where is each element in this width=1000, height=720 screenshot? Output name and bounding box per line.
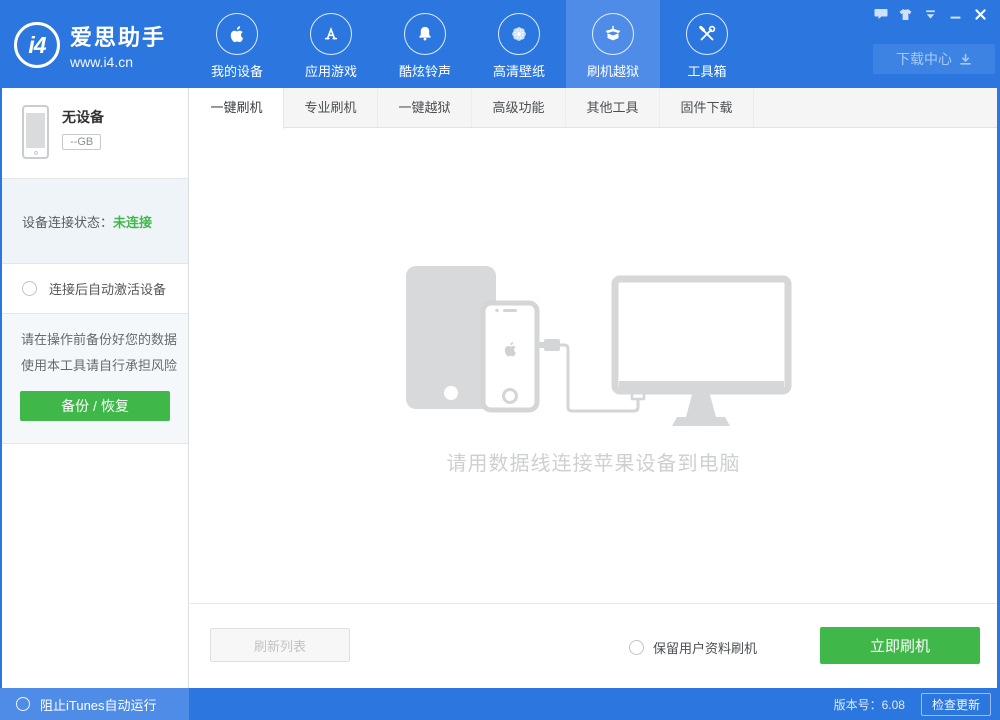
connect-hint-text: 请用数据线连接苹果设备到电脑: [190, 447, 997, 476]
message-icon[interactable]: [873, 7, 888, 21]
tab-other-tools[interactable]: 其他工具: [566, 88, 660, 127]
device-phone-icon: [22, 105, 49, 159]
warning-line-2: 使用本工具请自行承担风险: [2, 353, 188, 379]
app-logo: i4 爱思助手 www.i4.cn: [14, 20, 166, 70]
refresh-list-button[interactable]: 刷新列表: [210, 628, 350, 662]
block-itunes-row: 阻止iTunes自动运行: [0, 688, 189, 720]
content-area: 一键刷机 专业刷机 一键越狱 高级功能 其他工具 固件下载: [190, 88, 997, 688]
collapse-icon[interactable]: [923, 7, 938, 21]
nav-item-toolbox[interactable]: 工具箱: [660, 0, 754, 88]
close-icon[interactable]: [973, 7, 988, 21]
nav-label: 工具箱: [687, 61, 726, 80]
tab-one-click-jailbreak[interactable]: 一键越狱: [378, 88, 472, 127]
tab-firmware-download[interactable]: 固件下载: [660, 88, 754, 127]
flash-tabbar: 一键刷机 专业刷机 一键越狱 高级功能 其他工具 固件下载: [190, 88, 997, 128]
appstore-icon: [310, 13, 352, 55]
keep-user-data-row: 保留用户资料刷机: [629, 638, 757, 657]
auto-activate-radio[interactable]: [22, 281, 37, 296]
nav-item-my-devices[interactable]: 我的设备: [190, 0, 284, 88]
connection-status-value: 未连接: [113, 212, 152, 231]
window-controls: [873, 7, 988, 21]
download-center-button[interactable]: 下载中心: [873, 44, 995, 74]
apple-icon: [216, 13, 258, 55]
nav-item-apps-games[interactable]: 应用游戏: [284, 0, 378, 88]
block-itunes-radio[interactable]: [16, 697, 30, 711]
jailbreak-box-icon: [592, 13, 634, 55]
connect-illustration: [386, 265, 801, 435]
toolbox-icon: [686, 13, 728, 55]
nav-label: 应用游戏: [305, 61, 357, 80]
nav-label: 高清壁纸: [493, 61, 545, 80]
warning-panel: 请在操作前备份好您的数据 使用本工具请自行承担风险 备份 / 恢复: [2, 314, 188, 444]
keep-user-data-radio[interactable]: [629, 640, 644, 655]
warning-line-1: 请在操作前备份好您的数据: [2, 327, 188, 353]
download-icon: [959, 53, 972, 66]
check-update-button[interactable]: 检查更新: [921, 693, 991, 716]
brand-site: www.i4.cn: [70, 54, 166, 70]
wallpaper-icon: [498, 13, 540, 55]
device-name: 无设备: [62, 107, 104, 127]
tab-advanced-features[interactable]: 高级功能: [472, 88, 566, 127]
i4-logo-icon: i4: [14, 22, 60, 68]
nav-item-wallpapers[interactable]: 高清壁纸: [472, 0, 566, 88]
device-capacity-badge: --GB: [62, 134, 101, 150]
nav-item-flash-jailbreak[interactable]: 刷机越狱: [566, 0, 660, 88]
connection-status-label: 设备连接状态：: [22, 212, 113, 231]
tab-pro-flash[interactable]: 专业刷机: [284, 88, 378, 127]
block-itunes-label: 阻止iTunes自动运行: [40, 695, 157, 714]
brand-name: 爱思助手: [70, 20, 166, 52]
flash-now-button[interactable]: 立即刷机: [820, 627, 980, 664]
app-header: i4 爱思助手 www.i4.cn 我的设备: [0, 0, 1000, 88]
device-sidebar: 无设备 --GB 设备连接状态：未连接 连接后自动激活设备 请在操作前备份好您的…: [2, 88, 189, 688]
backup-restore-button[interactable]: 备份 / 恢复: [20, 391, 170, 421]
version-label: 版本号：6.08: [834, 696, 905, 713]
app-window: i4 爱思助手 www.i4.cn 我的设备: [0, 0, 1000, 720]
nav-label: 刷机越狱: [587, 61, 639, 80]
bell-icon: [404, 13, 446, 55]
action-bar: 刷新列表 保留用户资料刷机 立即刷机: [190, 603, 997, 688]
minimize-icon[interactable]: [948, 7, 963, 21]
keep-user-data-label: 保留用户资料刷机: [653, 638, 757, 657]
connection-status: 设备连接状态：未连接: [2, 179, 188, 264]
nav-label: 酷炫铃声: [399, 61, 451, 80]
tab-one-click-flash[interactable]: 一键刷机: [190, 88, 284, 129]
auto-activate-label: 连接后自动激活设备: [49, 279, 166, 298]
download-center-label: 下载中心: [896, 49, 952, 69]
nav-item-ringtones[interactable]: 酷炫铃声: [378, 0, 472, 88]
main-panel: 请用数据线连接苹果设备到电脑: [190, 128, 997, 603]
main-nav: 我的设备 应用游戏 酷炫铃声: [190, 0, 754, 88]
nav-label: 我的设备: [211, 61, 263, 80]
auto-activate-row: 连接后自动激活设备: [2, 264, 188, 314]
brand-text: 爱思助手 www.i4.cn: [70, 20, 166, 70]
status-bar: 阻止iTunes自动运行 版本号：6.08 检查更新: [0, 688, 1000, 720]
skin-icon[interactable]: [898, 7, 913, 21]
device-panel: 无设备 --GB: [2, 88, 188, 179]
